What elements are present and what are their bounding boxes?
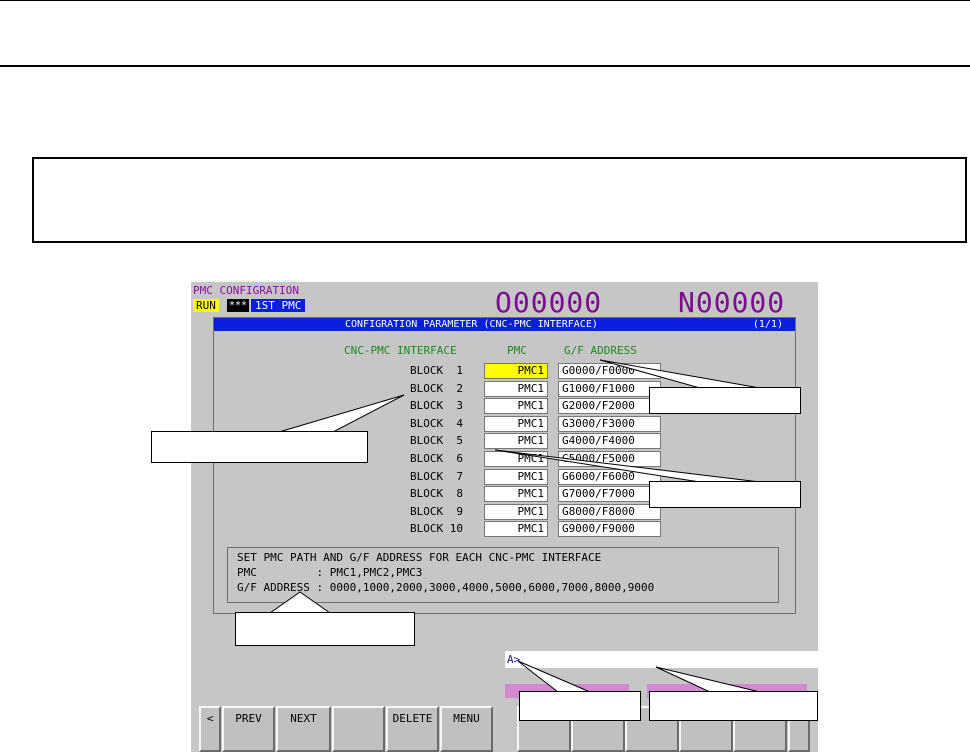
callout-box-address-mid: [649, 481, 801, 508]
callout-box-block: [151, 431, 368, 463]
callout-box-help: [235, 612, 415, 646]
callout-box-input: [519, 691, 641, 721]
callout-lines: [268, 359, 761, 693]
callout-box-address-top: [649, 387, 801, 414]
callout-box-status: [649, 691, 818, 721]
